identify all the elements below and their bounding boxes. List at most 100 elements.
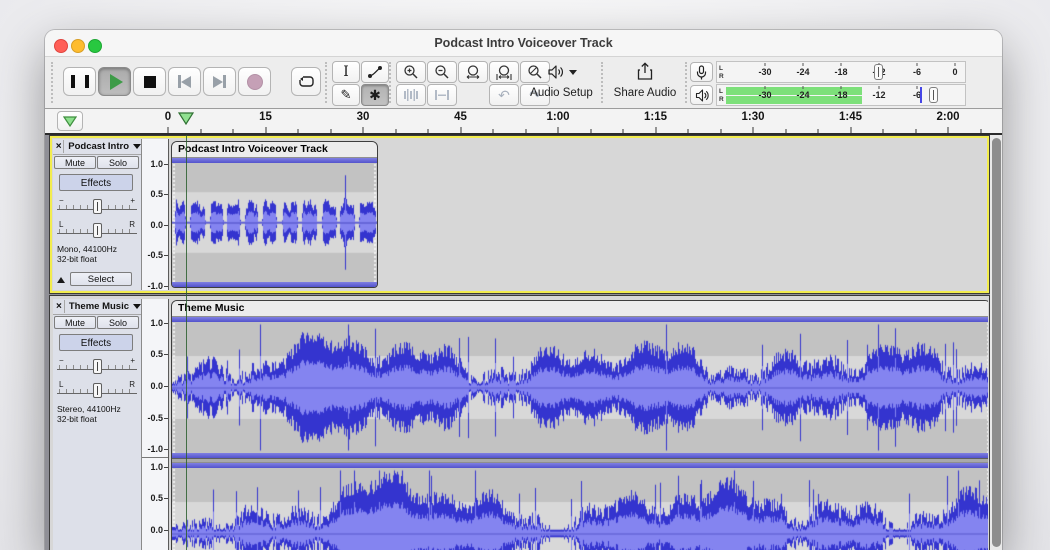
track1-menu-arrow-icon[interactable] (133, 144, 141, 149)
track1-gain-slider[interactable]: − + (57, 196, 137, 216)
track2-pan-slider[interactable]: L R (57, 380, 137, 400)
skip-to-end-button[interactable] (203, 67, 236, 96)
meter-tick (802, 63, 804, 66)
loop-button[interactable] (291, 67, 321, 96)
vertical-scrollbar-thumb[interactable] (991, 138, 1001, 547)
track2-solo-button[interactable]: Solo (97, 316, 139, 329)
track1-mute-button[interactable]: Mute (54, 156, 96, 169)
skip-to-start-icon (178, 75, 191, 88)
record-meter-button[interactable] (690, 62, 713, 82)
draw-tool-button[interactable]: ✎ (332, 84, 360, 106)
track1-close-button[interactable]: × (54, 140, 65, 153)
track2-gain-slider[interactable]: − + (57, 356, 137, 376)
fit-project-button[interactable] (489, 61, 519, 83)
meter-tick (916, 86, 918, 89)
clip-theme-music[interactable]: Theme Music (171, 300, 988, 550)
clip2-left-channel-waveform[interactable] (172, 322, 988, 453)
amp-scale-tick (164, 354, 168, 355)
play-button[interactable] (98, 67, 131, 96)
share-upload-icon (637, 62, 653, 80)
playback-speaker-icon (695, 88, 709, 102)
amp-scale-label: 0.5 (150, 493, 163, 503)
pan-slider-handle[interactable] (93, 383, 102, 398)
amp-scale-label: -1.0 (147, 444, 163, 454)
track2-effects-button[interactable]: Effects (59, 334, 133, 351)
amp-scale-label: -0.5 (147, 413, 163, 423)
toolbar-grip[interactable] (685, 62, 687, 103)
playback-meter-button[interactable] (690, 85, 713, 105)
amp-scale-label: 1.0 (150, 159, 163, 169)
zoom-out-button[interactable] (427, 61, 457, 83)
audio-setup-panel[interactable]: Audio Setup (522, 57, 601, 108)
amp-scale-tick (164, 164, 168, 165)
envelope-tool-button[interactable] (361, 61, 389, 83)
meter-scale-label: -24 (796, 90, 810, 100)
track1-name[interactable]: Podcast Intro (68, 141, 129, 152)
track2-close-button[interactable]: × (54, 300, 65, 313)
track1-select-button[interactable]: Select (70, 272, 132, 286)
zoom-to-selection-button[interactable] (458, 61, 488, 83)
track2-mute-button[interactable]: Mute (54, 316, 96, 329)
vertical-scrollbar[interactable] (990, 135, 1002, 550)
amp-scale-tick (164, 449, 168, 450)
meter-scale-label: -6 (912, 67, 922, 77)
timeline-ruler[interactable]: 0 15 30 45 1:00 1:15 1:30 1:45 2:00 (45, 109, 1002, 135)
record-icon (246, 73, 263, 90)
track1-wave-area[interactable]: Podcast Intro Voiceover Track (169, 139, 986, 290)
zoom-in-button[interactable] (396, 61, 426, 83)
gain-slider-handle[interactable] (93, 199, 102, 214)
selection-tool-button[interactable]: I (332, 61, 360, 83)
amp-scale-label: 1.0 (150, 462, 163, 472)
toolbar-grip[interactable] (51, 62, 53, 103)
track2-menu-arrow-icon[interactable] (133, 304, 141, 309)
multi-tool-button[interactable]: ✱ (361, 84, 389, 106)
meter-scale-label: -12 (872, 90, 886, 100)
gain-slider-handle[interactable] (93, 359, 102, 374)
playback-meter[interactable]: L R -30 -24 -18 -12 -6 (716, 84, 966, 106)
track1-pan-slider[interactable]: L R (57, 220, 137, 240)
meter-scale-label: -30 (758, 90, 772, 100)
clip2-title[interactable]: Theme Music (172, 301, 988, 317)
gain-minus-label: − (59, 196, 64, 205)
meter-tick (802, 86, 804, 89)
clip1-title[interactable]: Podcast Intro Voiceover Track (172, 142, 377, 158)
share-audio-panel[interactable]: Share Audio (608, 57, 682, 108)
clip1-bottom-bar[interactable] (172, 282, 377, 287)
meter-tick (764, 63, 766, 66)
playback-volume-slider[interactable] (929, 87, 938, 103)
toolbar-grip[interactable] (389, 62, 391, 103)
pan-slider-handle[interactable] (93, 223, 102, 238)
silence-selection-button[interactable] (427, 84, 457, 106)
toolbar-grip[interactable] (601, 62, 603, 103)
timeline-tick (167, 127, 169, 133)
toolbar-grip[interactable] (325, 62, 327, 103)
undo-button[interactable]: ↶ (489, 84, 519, 106)
track1-vertical-ruler[interactable]: 1.0 0.5 0.0 -0.5 -1.0 (142, 139, 169, 291)
stop-button[interactable] (133, 67, 166, 96)
record-button[interactable] (238, 67, 271, 96)
timeline-label: 2:00 (936, 111, 960, 123)
track2-name[interactable]: Theme Music (69, 301, 129, 312)
clip2-right-channel-waveform[interactable] (172, 468, 988, 550)
pause-button[interactable] (63, 67, 96, 96)
record-meter[interactable]: L R -30-24-18-12-60 (716, 61, 966, 83)
loop-icon (298, 76, 314, 87)
playhead-triangle[interactable] (178, 112, 194, 125)
track2-wave-area[interactable]: Theme Music (169, 299, 988, 550)
skip-to-start-button[interactable] (168, 67, 201, 96)
timeline-tick (492, 129, 494, 133)
track1-solo-button[interactable]: Solo (97, 156, 139, 169)
pan-left-label: L (59, 220, 64, 229)
timeline-options-button[interactable] (57, 111, 83, 131)
amp-scale-tick (164, 225, 168, 226)
track2-vertical-ruler[interactable]: 1.00.50.0-0.5-1.01.00.50.0-0.5-1.0 (142, 299, 169, 550)
clip1-waveform[interactable] (172, 163, 377, 282)
clip-podcast-intro[interactable]: Podcast Intro Voiceover Track (171, 141, 378, 288)
title-bar[interactable]: Podcast Intro Voiceover Track (45, 30, 1002, 57)
track1-collapse-button[interactable] (55, 273, 68, 286)
track1-effects-button[interactable]: Effects (59, 174, 133, 191)
trim-outside-selection-button[interactable] (396, 84, 426, 106)
recording-volume-slider[interactable] (874, 64, 883, 80)
audacity-window: Podcast Intro Voiceover Track I ✎ ✱ ↶ ↷ … (45, 30, 1002, 550)
timeline-tick (947, 127, 949, 133)
